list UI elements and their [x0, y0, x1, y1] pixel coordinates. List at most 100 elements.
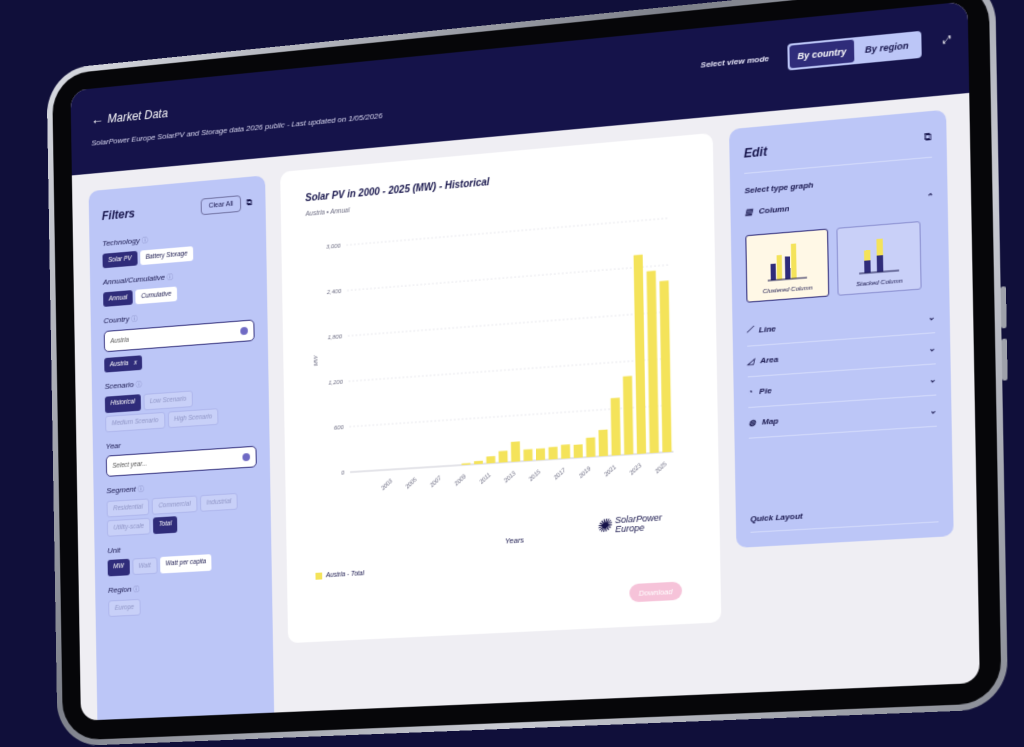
segment-industrial[interactable]: Industrial: [199, 492, 238, 512]
info-icon[interactable]: ⓘ: [131, 316, 138, 323]
save-icon[interactable]: ⧉: [246, 197, 252, 208]
info-icon[interactable]: ⓘ: [136, 381, 143, 388]
bar-2017: [560, 444, 571, 459]
view-mode-toggle: By country By region: [787, 30, 922, 71]
region-label-text: Region: [107, 584, 132, 595]
bar-2022: [622, 375, 634, 455]
clustered-column-icon: [766, 243, 808, 282]
clustered-column-option[interactable]: Clustered Column: [745, 228, 830, 303]
scenario-medium[interactable]: Medium Scenario: [105, 411, 165, 433]
info-icon[interactable]: ⓘ: [167, 274, 174, 281]
page-title: Market Data: [107, 106, 168, 126]
chevron-down-icon: ⌄: [928, 374, 937, 385]
pie-chart-icon: ◔: [747, 387, 754, 397]
scenario-label-text: Scenario: [104, 380, 134, 391]
technology-battery-storage[interactable]: Battery Storage: [139, 246, 194, 266]
back-arrow-icon[interactable]: ←: [91, 111, 104, 128]
x-tick-label: 2003: [380, 478, 395, 493]
bar-2018: [573, 444, 583, 458]
segment-residential[interactable]: Residential: [106, 498, 150, 518]
bar-2013: [510, 440, 520, 462]
bar-2021: [610, 397, 621, 456]
stacked-column-icon: [857, 238, 900, 276]
y-tick-label: 600: [334, 425, 344, 432]
cumulative-chip[interactable]: Cumulative: [135, 286, 177, 305]
scenario-high[interactable]: High Scenario: [167, 408, 219, 429]
quick-layout-label: Quick Layout: [750, 511, 803, 524]
info-icon[interactable]: ⓘ: [138, 486, 145, 493]
view-mode-by-region[interactable]: By region: [854, 33, 920, 62]
x-tick-label: 2017: [552, 467, 567, 482]
technology-label-text: Technology: [102, 236, 140, 249]
y-axis-label: MW: [314, 355, 320, 366]
segment-total[interactable]: Total: [153, 516, 178, 535]
annual-cumulative-label-text: Annual/Cumulative: [102, 272, 165, 287]
x-axis-title: Years: [504, 535, 524, 546]
view-mode-label: Select view mode: [700, 53, 770, 70]
gridline: [346, 218, 669, 245]
quick-layout-section[interactable]: Quick Layout: [750, 503, 939, 533]
segment-commercial[interactable]: Commercial: [151, 495, 198, 515]
map-label: Map: [761, 416, 779, 427]
bar-2016: [548, 446, 558, 460]
legend-label: Austria - Total: [325, 570, 365, 580]
stacked-column-option[interactable]: Stacked Column: [836, 221, 922, 296]
filters-title: Filters: [101, 206, 136, 223]
unit-watt[interactable]: Watt: [131, 557, 158, 576]
chevron-down-icon: [242, 452, 251, 462]
column-chart-icon: ▥: [744, 207, 753, 217]
country-select-value: Austria: [110, 336, 130, 345]
year-select[interactable]: Select year...: [105, 445, 257, 477]
sun-icon: ✺: [595, 514, 612, 536]
line-label: Line: [758, 323, 776, 335]
save-icon[interactable]: ⧉: [924, 131, 932, 143]
info-icon[interactable]: ⓘ: [141, 237, 148, 244]
country-tag[interactable]: Austria x: [104, 355, 143, 373]
clear-all-button[interactable]: Clear All: [201, 195, 241, 216]
segment-label-text: Segment: [106, 484, 136, 496]
download-button[interactable]: Download: [629, 581, 683, 603]
annual-chip[interactable]: Annual: [103, 290, 133, 307]
bar-2010: [473, 460, 483, 465]
chart-title: Solar PV in 2000 - 2025 (MW) - Historica…: [305, 177, 490, 205]
chevron-down-icon: ⌄: [928, 343, 936, 354]
region-europe[interactable]: Europe: [108, 598, 141, 618]
country-tag-label: Austria: [109, 360, 129, 369]
edit-title: Edit: [743, 144, 768, 161]
segment-utility-scale[interactable]: Utility-scale: [106, 517, 151, 537]
info-icon[interactable]: ⓘ: [133, 586, 140, 593]
gridline: [347, 265, 670, 291]
x-tick-label: 2023: [628, 462, 644, 477]
x-tick-label: 2019: [578, 465, 593, 480]
edit-panel: Edit ⧉ Select type graph ▥ Column ⌃ Clus…: [729, 109, 954, 548]
fullscreen-icon[interactable]: ⤢: [943, 34, 952, 46]
clustered-column-label: Clustered Column: [762, 285, 813, 296]
bar-2023: [633, 254, 647, 454]
bar-2014: [523, 449, 533, 462]
view-mode-by-country[interactable]: By country: [789, 39, 855, 69]
scenario-historical[interactable]: Historical: [104, 394, 141, 414]
bar-chart: 0 600 1,200 1,800 2,400 3,000 MW 2003 2005 2007 20…: [314, 207, 684, 493]
scenario-low[interactable]: Low Scenario: [143, 390, 194, 411]
solarpower-europe-logo: ✺ SolarPower Europe: [595, 512, 662, 536]
chevron-down-icon: ⌄: [927, 311, 935, 322]
technology-solar-pv[interactable]: Solar PV: [102, 250, 138, 269]
unit-watt-per-capita[interactable]: Watt per capita: [159, 554, 212, 574]
x-tick-label: 2021: [603, 464, 618, 479]
line-chart-icon: ⟋: [746, 324, 753, 335]
gridline: [348, 312, 671, 336]
legend-swatch: [315, 572, 323, 580]
chart-legend[interactable]: Austria - Total: [315, 570, 364, 580]
unit-mw[interactable]: MW: [107, 558, 130, 577]
bar-2015: [535, 448, 546, 461]
x-tick-label: 2015: [527, 469, 542, 484]
chevron-down-icon: ⌄: [929, 405, 937, 416]
x-tick-label: 2009: [453, 473, 468, 488]
close-icon[interactable]: x: [134, 360, 137, 367]
x-tick-label: 2007: [429, 475, 444, 490]
tablet-device: ← Market Data SolarPower Europe SolarPV …: [46, 0, 1009, 747]
bar-2012: [498, 450, 508, 464]
globe-icon: ◍: [748, 417, 756, 428]
x-tick-label: 2005: [404, 476, 419, 491]
bar-2024: [646, 270, 659, 454]
